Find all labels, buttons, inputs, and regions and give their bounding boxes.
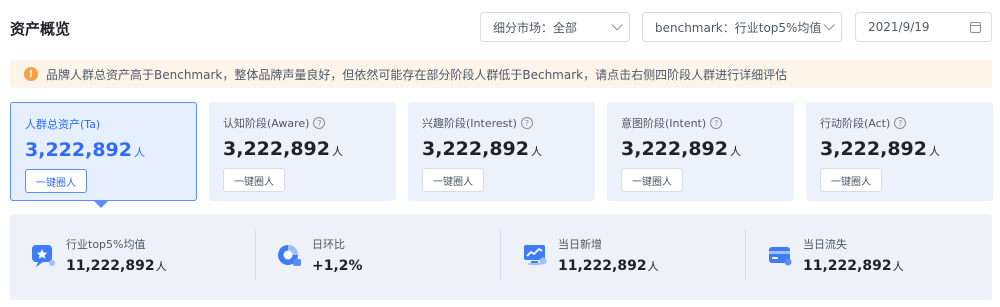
stat-label: 行业top5%均值 — [66, 238, 146, 251]
stat-label: 当日新增 — [558, 238, 602, 251]
card-unit: 人 — [530, 145, 542, 158]
card-number: 3,222,892 — [820, 138, 927, 160]
stat-value: 11,222,892人 — [803, 258, 904, 274]
card-label-row: 认知阶段(Aware)? — [223, 116, 382, 130]
divider — [500, 230, 501, 280]
date-picker[interactable]: 2021/9/19 — [855, 12, 992, 42]
select-audience-button[interactable]: 一键圈人 — [25, 169, 87, 193]
pie-chart-icon — [278, 245, 301, 266]
stat-benchmark: 行业top5%均值 11,222,892人 — [30, 231, 167, 279]
select-audience-button[interactable]: 一键圈人 — [621, 168, 683, 192]
market-filter-value: 细分市场：全部 — [493, 20, 578, 35]
card-number: 3,222,892 — [223, 138, 330, 160]
page-title: 资产概览 — [10, 20, 71, 38]
card-label: 行动阶段(Act) — [820, 117, 891, 130]
stat-text: 当日新增 11,222,892人 — [558, 236, 659, 274]
stat-new-today: 当日新增 11,222,892人 — [522, 231, 659, 279]
card-intent[interactable]: 意图阶段(Intent)? 3,222,892 人 一键圈人 — [607, 102, 794, 201]
stat-number: 11,222,892 — [66, 258, 155, 274]
help-icon[interactable]: ? — [894, 117, 907, 129]
stat-number: 11,222,892 — [803, 258, 892, 274]
card-number: 3,222,892 — [25, 139, 132, 161]
card-unit: 人 — [133, 146, 145, 159]
stat-text: 日环比 +1,2% — [312, 236, 364, 274]
select-audience-button[interactable]: 一键圈人 — [223, 168, 285, 192]
stat-lost-today: 当日流失 11,222,892人 — [767, 231, 904, 279]
date-value: 2021/9/19 — [868, 20, 930, 34]
card-act[interactable]: 行动阶段(Act)? 3,222,892 人 一键圈人 — [806, 102, 993, 201]
card-value: 3,222,892 人 — [223, 138, 382, 160]
help-icon[interactable]: ? — [710, 117, 723, 129]
stat-unit: 人 — [155, 260, 167, 273]
stat-text: 行业top5%均值 11,222,892人 — [66, 236, 167, 274]
select-audience-button[interactable]: 一键圈人 — [422, 168, 484, 192]
stat-value: 11,222,892人 — [558, 258, 659, 274]
card-label: 人群总资产(Ta) — [25, 118, 101, 131]
card-value: 3,222,892 人 — [621, 138, 780, 160]
card-label: 认知阶段(Aware) — [223, 117, 310, 130]
star-chat-icon — [32, 245, 55, 267]
card-unit: 人 — [928, 145, 940, 158]
card-label: 兴趣阶段(Interest) — [422, 117, 517, 130]
stat-value: +1,2% — [312, 258, 364, 274]
active-card-pointer — [94, 201, 108, 208]
warning-icon: ! — [24, 67, 38, 81]
card-number: 3,222,892 — [422, 138, 529, 160]
card-interest[interactable]: 兴趣阶段(Interest)? 3,222,892 人 一键圈人 — [408, 102, 595, 201]
stat-day-over-day: 日环比 +1,2% — [276, 231, 364, 279]
chevron-down-icon — [611, 19, 623, 31]
card-value: 3,222,892 人 — [422, 138, 581, 160]
help-icon[interactable]: ? — [520, 117, 533, 129]
card-value: 3,222,892 人 — [820, 138, 979, 160]
asset-overview-panel: 资产概览 细分市场：全部 benchmark：行业top5%均值 2021/9/… — [0, 0, 1000, 307]
chevron-down-icon — [823, 19, 835, 31]
divider — [745, 230, 746, 280]
card-label: 意图阶段(Intent) — [621, 117, 707, 130]
card-unit: 人 — [729, 145, 741, 158]
stat-unit: 人 — [647, 260, 659, 273]
trend-monitor-icon — [524, 245, 547, 265]
card-number: 3,222,892 — [621, 138, 728, 160]
notice-banner: ! 品牌人群总资产高于Benchmark，整体品牌声量良好，但依然可能存在部分阶… — [10, 60, 992, 88]
help-icon[interactable]: ? — [313, 117, 326, 129]
select-audience-button[interactable]: 一键圈人 — [820, 168, 882, 192]
benchmark-select[interactable]: benchmark：行业top5%均值 — [642, 12, 842, 42]
stat-label: 日环比 — [312, 238, 345, 251]
stat-text: 当日流失 11,222,892人 — [803, 236, 904, 274]
stat-number: 11,222,892 — [558, 258, 647, 274]
stat-unit: 人 — [892, 260, 904, 273]
benchmark-value: benchmark：行业top5%均值 — [655, 20, 822, 35]
card-value: 3,222,892 人 — [25, 139, 182, 161]
card-label-row: 兴趣阶段(Interest)? — [422, 116, 581, 130]
card-label-row: 行动阶段(Act)? — [820, 116, 979, 130]
card-unit: 人 — [331, 145, 343, 158]
notice-text: 品牌人群总资产高于Benchmark，整体品牌声量良好，但依然可能存在部分阶段人… — [46, 67, 788, 82]
stat-label: 当日流失 — [803, 238, 847, 251]
wallet-card-icon — [769, 247, 792, 266]
stat-value: 11,222,892人 — [66, 258, 167, 274]
card-total-assets[interactable]: 人群总资产(Ta) 3,222,892 人 一键圈人 — [10, 102, 197, 201]
divider — [255, 230, 256, 280]
card-aware[interactable]: 认知阶段(Aware)? 3,222,892 人 一键圈人 — [209, 102, 396, 201]
stats-band: 行业top5%均值 11,222,892人 日环比 +1,2% 当日新增 11,… — [10, 214, 992, 300]
stat-number: +1,2% — [312, 258, 363, 274]
card-label-row: 意图阶段(Intent)? — [621, 116, 780, 130]
market-filter-select[interactable]: 细分市场：全部 — [480, 12, 630, 42]
calendar-icon — [970, 21, 981, 33]
